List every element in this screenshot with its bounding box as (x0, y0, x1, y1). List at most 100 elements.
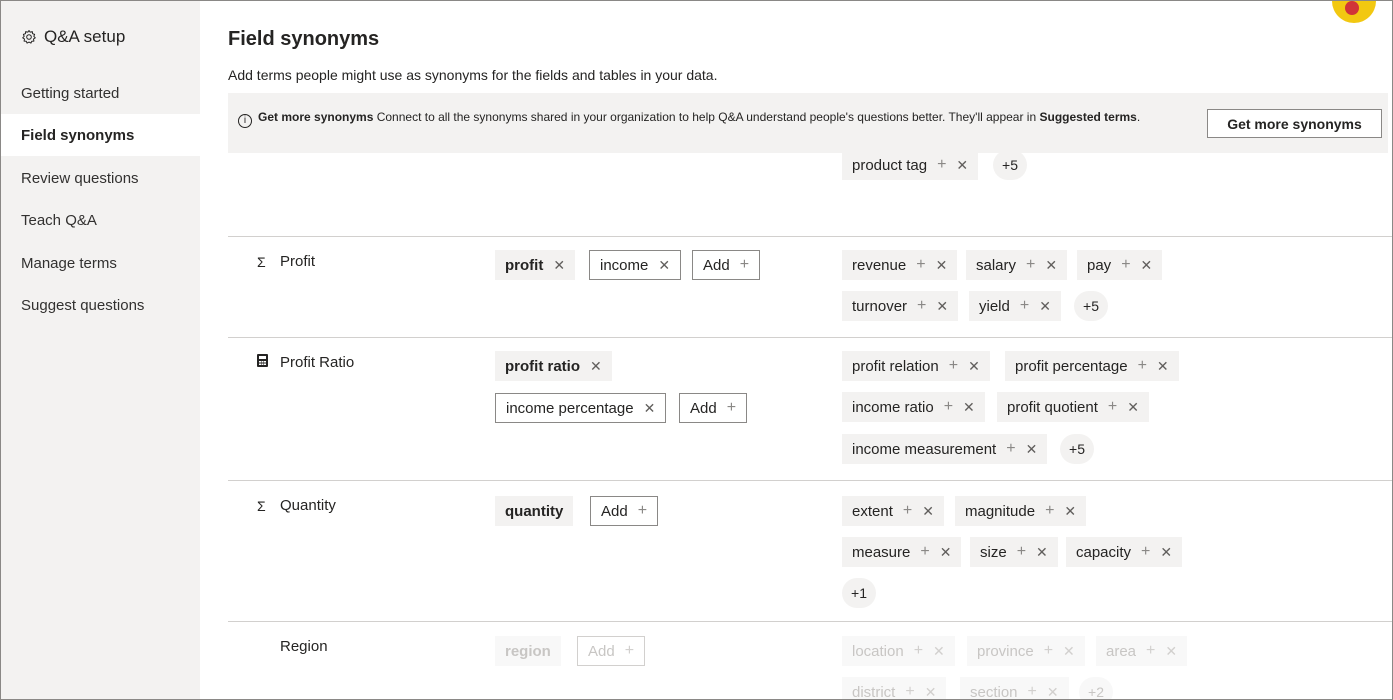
term-chip-primary: region (495, 636, 561, 666)
sidebar-item-getting-started[interactable]: Getting started (1, 72, 200, 114)
add-icon[interactable]: + (944, 398, 953, 416)
more-suggestions-badge[interactable]: +1 (842, 578, 876, 608)
suggested-term[interactable]: product tag + ✕ (842, 153, 979, 180)
add-icon[interactable]: + (914, 642, 923, 660)
add-icon[interactable]: + (917, 297, 926, 315)
add-term-button[interactable]: Add + (692, 250, 761, 280)
suggested-term[interactable]: capacity + ✕ (1066, 537, 1183, 567)
avatar[interactable] (1332, 1, 1376, 23)
suggested-term[interactable]: area + ✕ (1096, 636, 1188, 666)
suggested-term[interactable]: magnitude + ✕ (955, 496, 1087, 526)
close-icon[interactable]: ✕ (1063, 643, 1075, 660)
add-icon[interactable]: + (1006, 440, 1015, 458)
suggested-term[interactable]: turnover + ✕ (842, 291, 959, 321)
suggested-term-label: yield (979, 297, 1010, 315)
calculator-icon (257, 354, 268, 370)
add-icon[interactable]: + (1044, 642, 1053, 660)
add-icon[interactable]: + (949, 357, 958, 375)
more-suggestions-badge[interactable]: +2 (1079, 677, 1113, 699)
add-term-label: Add (703, 256, 730, 274)
more-suggestions-badge[interactable]: +5 (1074, 291, 1108, 321)
close-icon[interactable]: ✕ (1039, 298, 1051, 315)
add-icon[interactable]: + (1121, 256, 1130, 274)
plus-icon: + (624, 642, 635, 659)
add-icon[interactable]: + (916, 256, 925, 274)
add-icon[interactable]: + (1017, 543, 1026, 561)
close-icon[interactable]: ✕ (956, 157, 968, 174)
close-icon[interactable]: ✕ (658, 257, 670, 274)
add-icon[interactable]: + (1146, 642, 1155, 660)
close-icon[interactable]: ✕ (590, 358, 602, 375)
banner-bold-lead: Get more synonyms (258, 110, 374, 124)
suggested-term[interactable]: extent + ✕ (842, 496, 944, 526)
close-icon[interactable]: ✕ (1165, 643, 1177, 660)
get-more-synonyms-button[interactable]: Get more synonyms (1207, 109, 1382, 138)
suggested-term[interactable]: yield + ✕ (969, 291, 1061, 321)
suggested-term[interactable]: location + ✕ (842, 636, 955, 666)
suggested-term[interactable]: salary + ✕ (966, 250, 1068, 280)
close-icon[interactable]: ✕ (1047, 684, 1059, 700)
suggested-term-label: income measurement (852, 440, 997, 458)
close-icon[interactable]: ✕ (968, 358, 980, 375)
suggested-term[interactable]: district + ✕ (842, 677, 947, 700)
close-icon[interactable]: ✕ (553, 257, 565, 274)
field-name: Region (280, 638, 328, 655)
sidebar-item-field-synonyms[interactable]: Field synonyms (1, 114, 200, 156)
add-icon[interactable]: + (1045, 502, 1054, 520)
close-icon[interactable]: ✕ (1064, 503, 1076, 520)
add-icon[interactable]: + (1020, 297, 1029, 315)
close-icon[interactable]: ✕ (1157, 358, 1169, 375)
plus-icon: + (637, 502, 648, 519)
close-icon[interactable]: ✕ (925, 684, 937, 700)
add-icon[interactable]: + (920, 543, 929, 561)
more-suggestions-badge[interactable]: +5 (1060, 434, 1094, 464)
close-icon[interactable]: ✕ (1045, 257, 1057, 274)
close-icon[interactable]: ✕ (933, 643, 945, 660)
add-icon[interactable]: + (1028, 683, 1037, 699)
close-icon[interactable]: ✕ (963, 399, 975, 416)
suggested-term[interactable]: income measurement + ✕ (842, 434, 1048, 464)
term-label: income (600, 256, 649, 274)
sidebar-item-review-questions[interactable]: Review questions (1, 157, 200, 199)
add-icon[interactable]: + (905, 683, 914, 699)
close-icon[interactable]: ✕ (1160, 544, 1172, 561)
suggested-term-label: location (852, 642, 904, 660)
add-term-button[interactable]: Add + (577, 636, 646, 666)
add-icon[interactable]: + (903, 502, 912, 520)
suggested-term[interactable]: profit quotient + ✕ (997, 392, 1149, 422)
suggested-term[interactable]: province + ✕ (967, 636, 1085, 666)
suggested-term[interactable]: profit percentage + ✕ (1005, 351, 1179, 381)
more-suggestions-badge[interactable]: +5 (993, 153, 1027, 180)
add-icon[interactable]: + (937, 156, 946, 174)
sidebar-item-teach-qa[interactable]: Teach Q&A (1, 199, 200, 241)
suggested-term[interactable]: profit relation + ✕ (842, 351, 990, 381)
close-icon[interactable]: ✕ (922, 503, 934, 520)
term-label: region (505, 642, 551, 660)
term-chip-primary: profit ✕ (495, 250, 576, 280)
add-icon[interactable]: + (1108, 398, 1117, 416)
add-term-button[interactable]: Add + (590, 496, 659, 526)
suggested-term-label: turnover (852, 297, 908, 315)
suggested-term[interactable]: pay + ✕ (1077, 250, 1163, 280)
close-icon[interactable]: ✕ (1036, 544, 1048, 561)
suggested-term-label: magnitude (965, 502, 1036, 520)
suggested-term-label: salary (976, 256, 1017, 274)
close-icon[interactable]: ✕ (1026, 441, 1038, 458)
add-icon[interactable]: + (1141, 543, 1150, 561)
close-icon[interactable]: ✕ (1141, 257, 1153, 274)
suggested-term[interactable]: income ratio + ✕ (842, 392, 985, 422)
close-icon[interactable]: ✕ (940, 544, 952, 561)
add-icon[interactable]: + (1026, 256, 1035, 274)
sidebar-item-manage-terms[interactable]: Manage terms (1, 242, 200, 284)
close-icon[interactable]: ✕ (936, 257, 948, 274)
suggested-term[interactable]: size + ✕ (970, 537, 1058, 567)
suggested-term[interactable]: measure + ✕ (842, 537, 962, 567)
suggested-term[interactable]: section + ✕ (960, 677, 1069, 700)
close-icon[interactable]: ✕ (1127, 399, 1139, 416)
add-term-button[interactable]: Add + (679, 393, 748, 423)
close-icon[interactable]: ✕ (644, 400, 656, 417)
close-icon[interactable]: ✕ (936, 298, 948, 315)
suggested-term[interactable]: revenue + ✕ (842, 250, 958, 280)
add-icon[interactable]: + (1138, 357, 1147, 375)
sidebar-item-suggest-questions[interactable]: Suggest questions (1, 284, 200, 326)
